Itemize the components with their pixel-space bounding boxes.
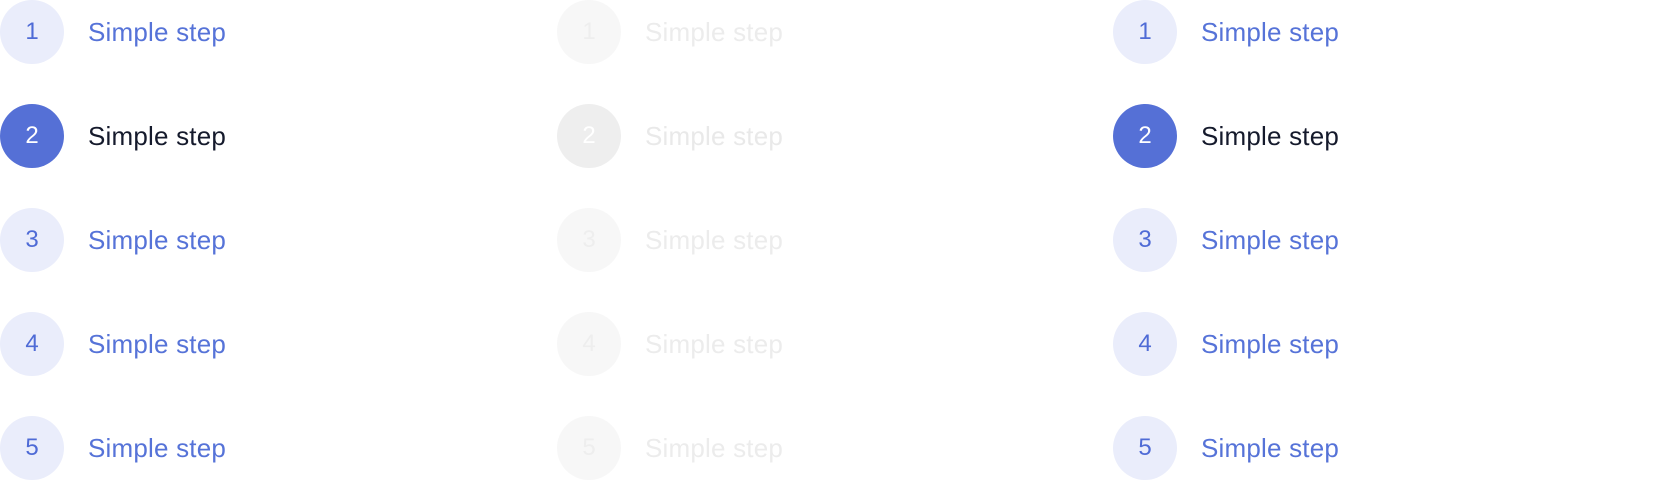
step-label: Simple step (1201, 120, 1340, 151)
step-2-active[interactable]: 2 Simple step (1113, 104, 1473, 168)
step-number-badge: 5 (1113, 416, 1177, 480)
step-5-disabled: 5 Simple step (557, 416, 917, 480)
step-label: Simple step (645, 432, 784, 463)
step-2-active[interactable]: 2 Simple step (0, 104, 360, 168)
step-number-badge: 5 (0, 416, 64, 480)
step-number-badge: 4 (1113, 312, 1177, 376)
stepper-enabled-2: 1 Simple step 2 Simple step 3 Simple ste… (1113, 0, 1473, 480)
step-label: Simple step (1201, 224, 1340, 255)
step-label: Simple step (645, 16, 784, 47)
step-1[interactable]: 1 Simple step (0, 0, 360, 64)
step-label: Simple step (1201, 16, 1340, 47)
step-5[interactable]: 5 Simple step (0, 416, 360, 480)
step-4-disabled: 4 Simple step (557, 312, 917, 376)
step-3[interactable]: 3 Simple step (0, 208, 360, 272)
step-label: Simple step (88, 328, 227, 359)
step-3-disabled: 3 Simple step (557, 208, 917, 272)
step-3[interactable]: 3 Simple step (1113, 208, 1473, 272)
step-number-badge: 1 (0, 0, 64, 64)
step-4[interactable]: 4 Simple step (1113, 312, 1473, 376)
step-number-badge: 3 (1113, 208, 1177, 272)
step-5[interactable]: 5 Simple step (1113, 416, 1473, 480)
step-number-badge: 3 (0, 208, 64, 272)
step-label: Simple step (88, 120, 227, 151)
step-4[interactable]: 4 Simple step (0, 312, 360, 376)
step-number-badge: 1 (1113, 0, 1177, 64)
step-1[interactable]: 1 Simple step (1113, 0, 1473, 64)
step-number-badge: 1 (557, 0, 621, 64)
step-number-badge: 5 (557, 416, 621, 480)
step-label: Simple step (645, 120, 784, 151)
stepper-disabled: 1 Simple step 2 Simple step 3 Simple ste… (557, 0, 917, 480)
step-label: Simple step (88, 432, 227, 463)
step-label: Simple step (1201, 328, 1340, 359)
step-label: Simple step (645, 224, 784, 255)
step-label: Simple step (1201, 432, 1340, 463)
step-label: Simple step (645, 328, 784, 359)
step-label: Simple step (88, 224, 227, 255)
step-number-badge: 2 (1113, 104, 1177, 168)
step-label: Simple step (88, 16, 227, 47)
step-1-disabled: 1 Simple step (557, 0, 917, 64)
step-number-badge: 4 (557, 312, 621, 376)
step-number-badge: 4 (0, 312, 64, 376)
step-number-badge: 2 (0, 104, 64, 168)
step-2-disabled-active: 2 Simple step (557, 104, 917, 168)
step-number-badge: 2 (557, 104, 621, 168)
stepper-enabled-1: 1 Simple step 2 Simple step 3 Simple ste… (0, 0, 360, 480)
step-number-badge: 3 (557, 208, 621, 272)
